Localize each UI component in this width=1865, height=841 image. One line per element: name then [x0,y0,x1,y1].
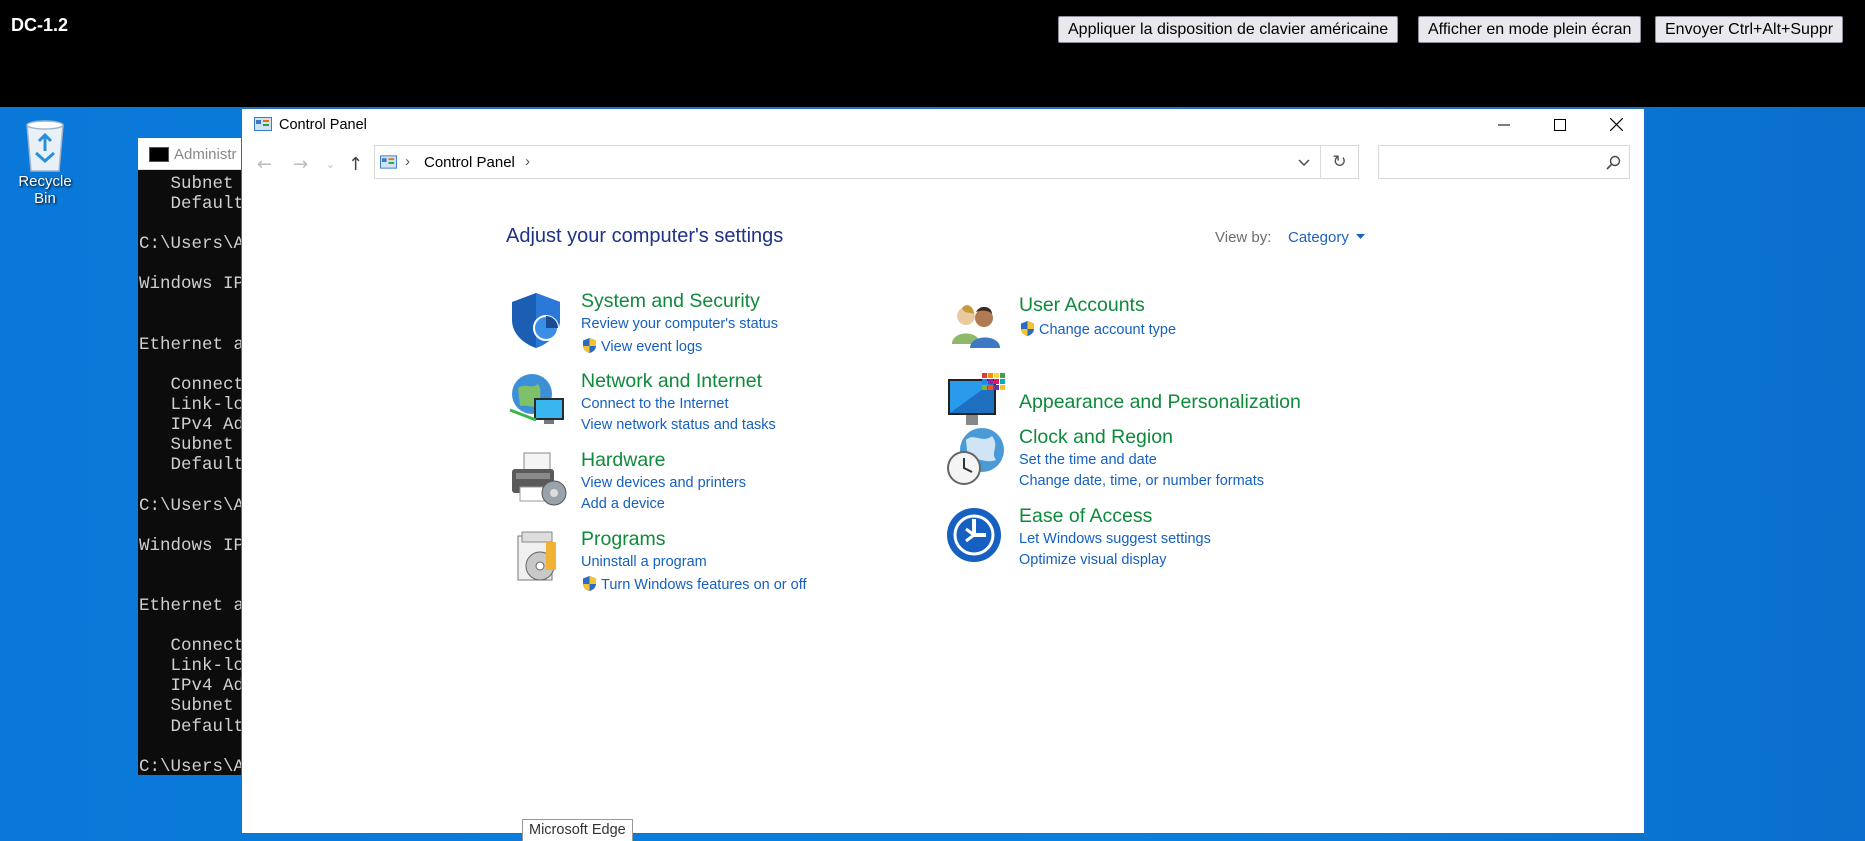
recent-locations-icon[interactable]: ⌄ [326,158,335,171]
breadcrumb-control-panel[interactable]: Control Panel [424,154,515,171]
view-by-value: Category [1288,229,1349,246]
caret-down-icon [1356,234,1366,239]
desktop: Recycle Bin Administr Subnet Default C:\… [0,107,1865,841]
back-arrow-icon[interactable]: ← [257,154,272,175]
refresh-button[interactable]: ↻ [1321,145,1359,179]
control-panel-window[interactable]: Control Panel ← → ⌄ ↑ › Control Panel › … [241,108,1645,834]
apply-us-keyboard-button[interactable]: Appliquer la disposition de clavier amér… [1058,16,1399,43]
category-title[interactable]: Clock and Region [1019,426,1173,449]
address-dropdown-icon[interactable] [1298,159,1310,167]
uac-shield-icon [583,576,596,591]
minimize-button[interactable] [1476,109,1532,140]
category-link[interactable]: Turn Windows features on or off [581,575,807,593]
cmd-icon [149,147,169,162]
category-link-label: View event logs [601,339,703,355]
view-by-label: View by: [1215,229,1272,246]
category-link[interactable]: Change date, time, or number formats [1019,473,1264,489]
category-link[interactable]: View network status and tasks [581,417,776,433]
close-icon [1609,118,1623,131]
address-bar[interactable]: › Control Panel › [374,145,1321,179]
category-link[interactable]: View event logs [581,337,702,355]
search-input[interactable] [1378,145,1630,179]
category-link[interactable]: Change account type [1019,320,1176,338]
category-title[interactable]: Programs [581,528,666,551]
category-title[interactable]: System and Security [581,290,760,313]
minimize-icon [1498,124,1510,125]
uac-shield-icon [583,338,596,353]
vm-title: DC-1.2 [11,15,69,35]
ease-of-access-icon [947,508,1001,562]
category-link-label: Change account type [1039,322,1177,338]
view-by-dropdown[interactable]: Category [1288,229,1366,246]
clock-globe-icon [947,428,1004,485]
category-title[interactable]: Ease of Access [1019,505,1152,528]
recycle-bin-label: Recycle Bin [18,173,72,207]
vm-toolbar: DC-1.2 Appliquer la disposition de clavi… [0,0,1865,107]
category-link[interactable]: Review your computer's status [581,316,778,332]
page-title: Adjust your computer's settings [506,225,784,247]
category-link[interactable]: Optimize visual display [1019,552,1166,568]
category-title[interactable]: Network and Internet [581,370,762,393]
control-panel-icon [254,117,272,131]
search-icon [1606,155,1621,170]
control-panel-icon [380,155,397,169]
shield-icon [512,293,560,348]
forward-arrow-icon[interactable]: → [293,154,308,175]
category-title[interactable]: User Accounts [1019,294,1145,317]
category-title[interactable]: Appearance and Personalization [1019,391,1301,414]
category-link[interactable]: Set the time and date [1019,452,1157,468]
navigation-bar: ← → ⌄ ↑ › Control Panel › ↻ [242,140,1644,184]
network-globe-icon [509,374,564,424]
category-link[interactable]: Uninstall a program [581,554,707,570]
recycle-bin-icon [26,120,64,172]
category-link[interactable]: Connect to the Internet [581,396,729,412]
maximize-icon [1554,118,1566,131]
send-ctrl-alt-del-button[interactable]: Envoyer Ctrl+Alt+Suppr [1655,16,1844,43]
printer-icon [512,452,567,506]
category-link-label: Turn Windows features on or off [601,577,807,593]
taskbar-tooltip: Microsoft Edge [522,819,633,841]
cmd-title: Administr [174,146,237,163]
cmd-output: Subnet Default C:\Users\A Windows IP Eth… [139,174,245,777]
category-link[interactable]: Let Windows suggest settings [1019,531,1211,547]
breadcrumb-chevron-icon[interactable]: › [525,153,530,170]
refresh-icon: ↻ [1332,152,1347,172]
category-link[interactable]: Add a device [581,496,665,512]
users-icon [952,305,1000,348]
up-arrow-icon[interactable]: ↑ [348,154,363,175]
category-link[interactable]: View devices and printers [581,475,746,491]
close-button[interactable] [1588,109,1644,140]
window-title: Control Panel [279,117,367,133]
cp-titlebar[interactable]: Control Panel [242,109,1644,140]
uac-shield-icon [1021,321,1034,336]
category-title[interactable]: Hardware [581,449,666,472]
recycle-bin[interactable]: Recycle Bin [6,117,84,207]
maximize-button[interactable] [1532,109,1588,140]
programs-icon [517,531,556,581]
fullscreen-button[interactable]: Afficher en mode plein écran [1418,16,1642,43]
appearance-monitor-icon [948,373,1005,425]
breadcrumb-chevron-icon[interactable]: › [405,153,410,170]
